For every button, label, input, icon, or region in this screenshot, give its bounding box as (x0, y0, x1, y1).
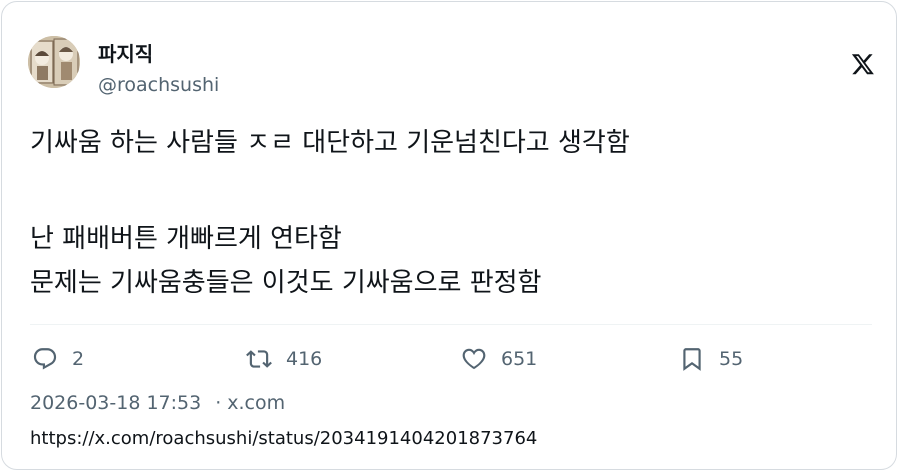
author-name[interactable]: 파지직 (98, 38, 153, 67)
reply-icon (33, 348, 57, 370)
bookmark-count: 55 (719, 348, 744, 370)
bookmark-icon (683, 348, 701, 371)
retweet-button[interactable]: 416 (246, 346, 322, 372)
tweet-line: 문제는 기싸움충들은 이것도 기싸움으로 판정함 (30, 268, 542, 298)
author-handle[interactable]: @roachsushi (98, 74, 219, 96)
comic-avatar-icon (28, 36, 80, 88)
reply-button[interactable]: 2 (32, 346, 84, 372)
tweet-line: 기싸움 하는 사람들 ㅈㄹ 대단하고 기운넘친다고 생각함 (30, 128, 630, 158)
timestamp[interactable]: 2026-03-18 17:53 (30, 392, 201, 414)
retweet-count: 416 (286, 348, 323, 370)
x-logo-icon[interactable] (851, 52, 875, 76)
avatar[interactable] (28, 36, 80, 88)
tweet-line: 난 패배버튼 개빠르게 연타함 (30, 224, 342, 254)
divider (30, 324, 872, 325)
heart-icon (462, 348, 486, 370)
tweet-card: 파지직 @roachsushi 기싸움 하는 사람들 ㅈㄹ 대단하고 기운넘친다… (1, 1, 897, 470)
tweet-meta: 2026-03-18 17:53 · x.com (30, 392, 285, 414)
tweet-url[interactable]: https://x.com/roachsushi/status/20341914… (30, 428, 537, 449)
meta-separator: · (215, 392, 222, 414)
reply-count: 2 (72, 348, 85, 370)
source-label[interactable]: x.com (227, 392, 285, 414)
bookmark-button[interactable]: 55 (679, 346, 743, 372)
like-count: 651 (501, 348, 538, 370)
retweet-icon (246, 350, 272, 368)
like-button[interactable]: 651 (461, 346, 537, 372)
